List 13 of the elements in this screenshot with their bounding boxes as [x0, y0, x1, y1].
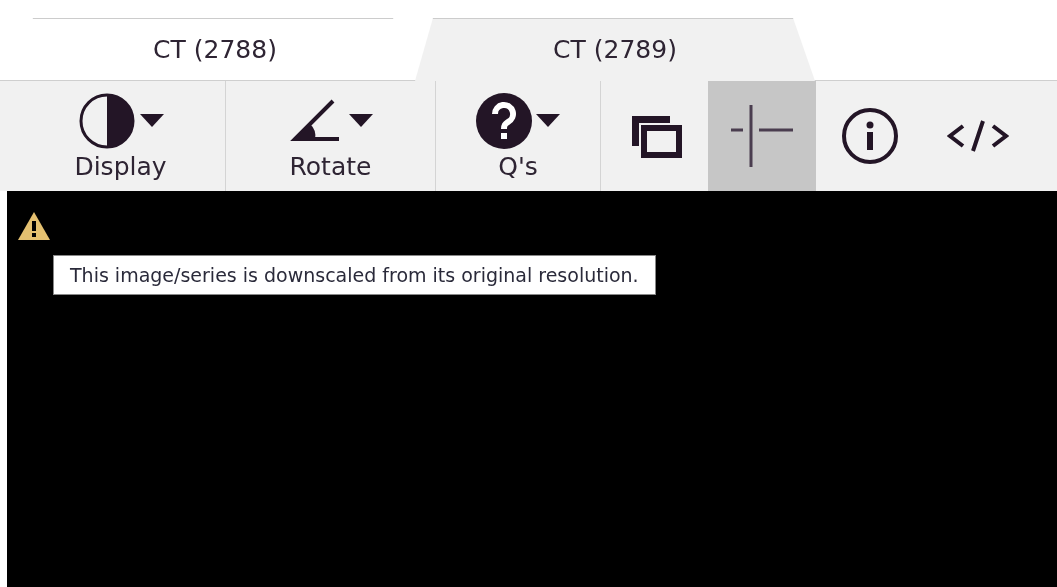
- contrast-icon: [77, 92, 136, 150]
- help-icon: [476, 93, 532, 149]
- tool-button[interactable]: Rotate: [228, 81, 433, 191]
- info-icon: [840, 107, 899, 165]
- caret-icon: [536, 114, 560, 128]
- caret-icon: [139, 114, 164, 128]
- tool-button[interactable]: Q's: [438, 81, 598, 191]
- crosshair-icon: [731, 105, 793, 167]
- tool-button[interactable]: Display: [18, 81, 223, 191]
- tab[interactable]: CT (2789): [415, 18, 815, 81]
- code-icon: [947, 119, 1009, 153]
- tooltip: This image/series is downscaled from its original resolution.: [53, 255, 656, 295]
- caret-icon: [348, 114, 373, 128]
